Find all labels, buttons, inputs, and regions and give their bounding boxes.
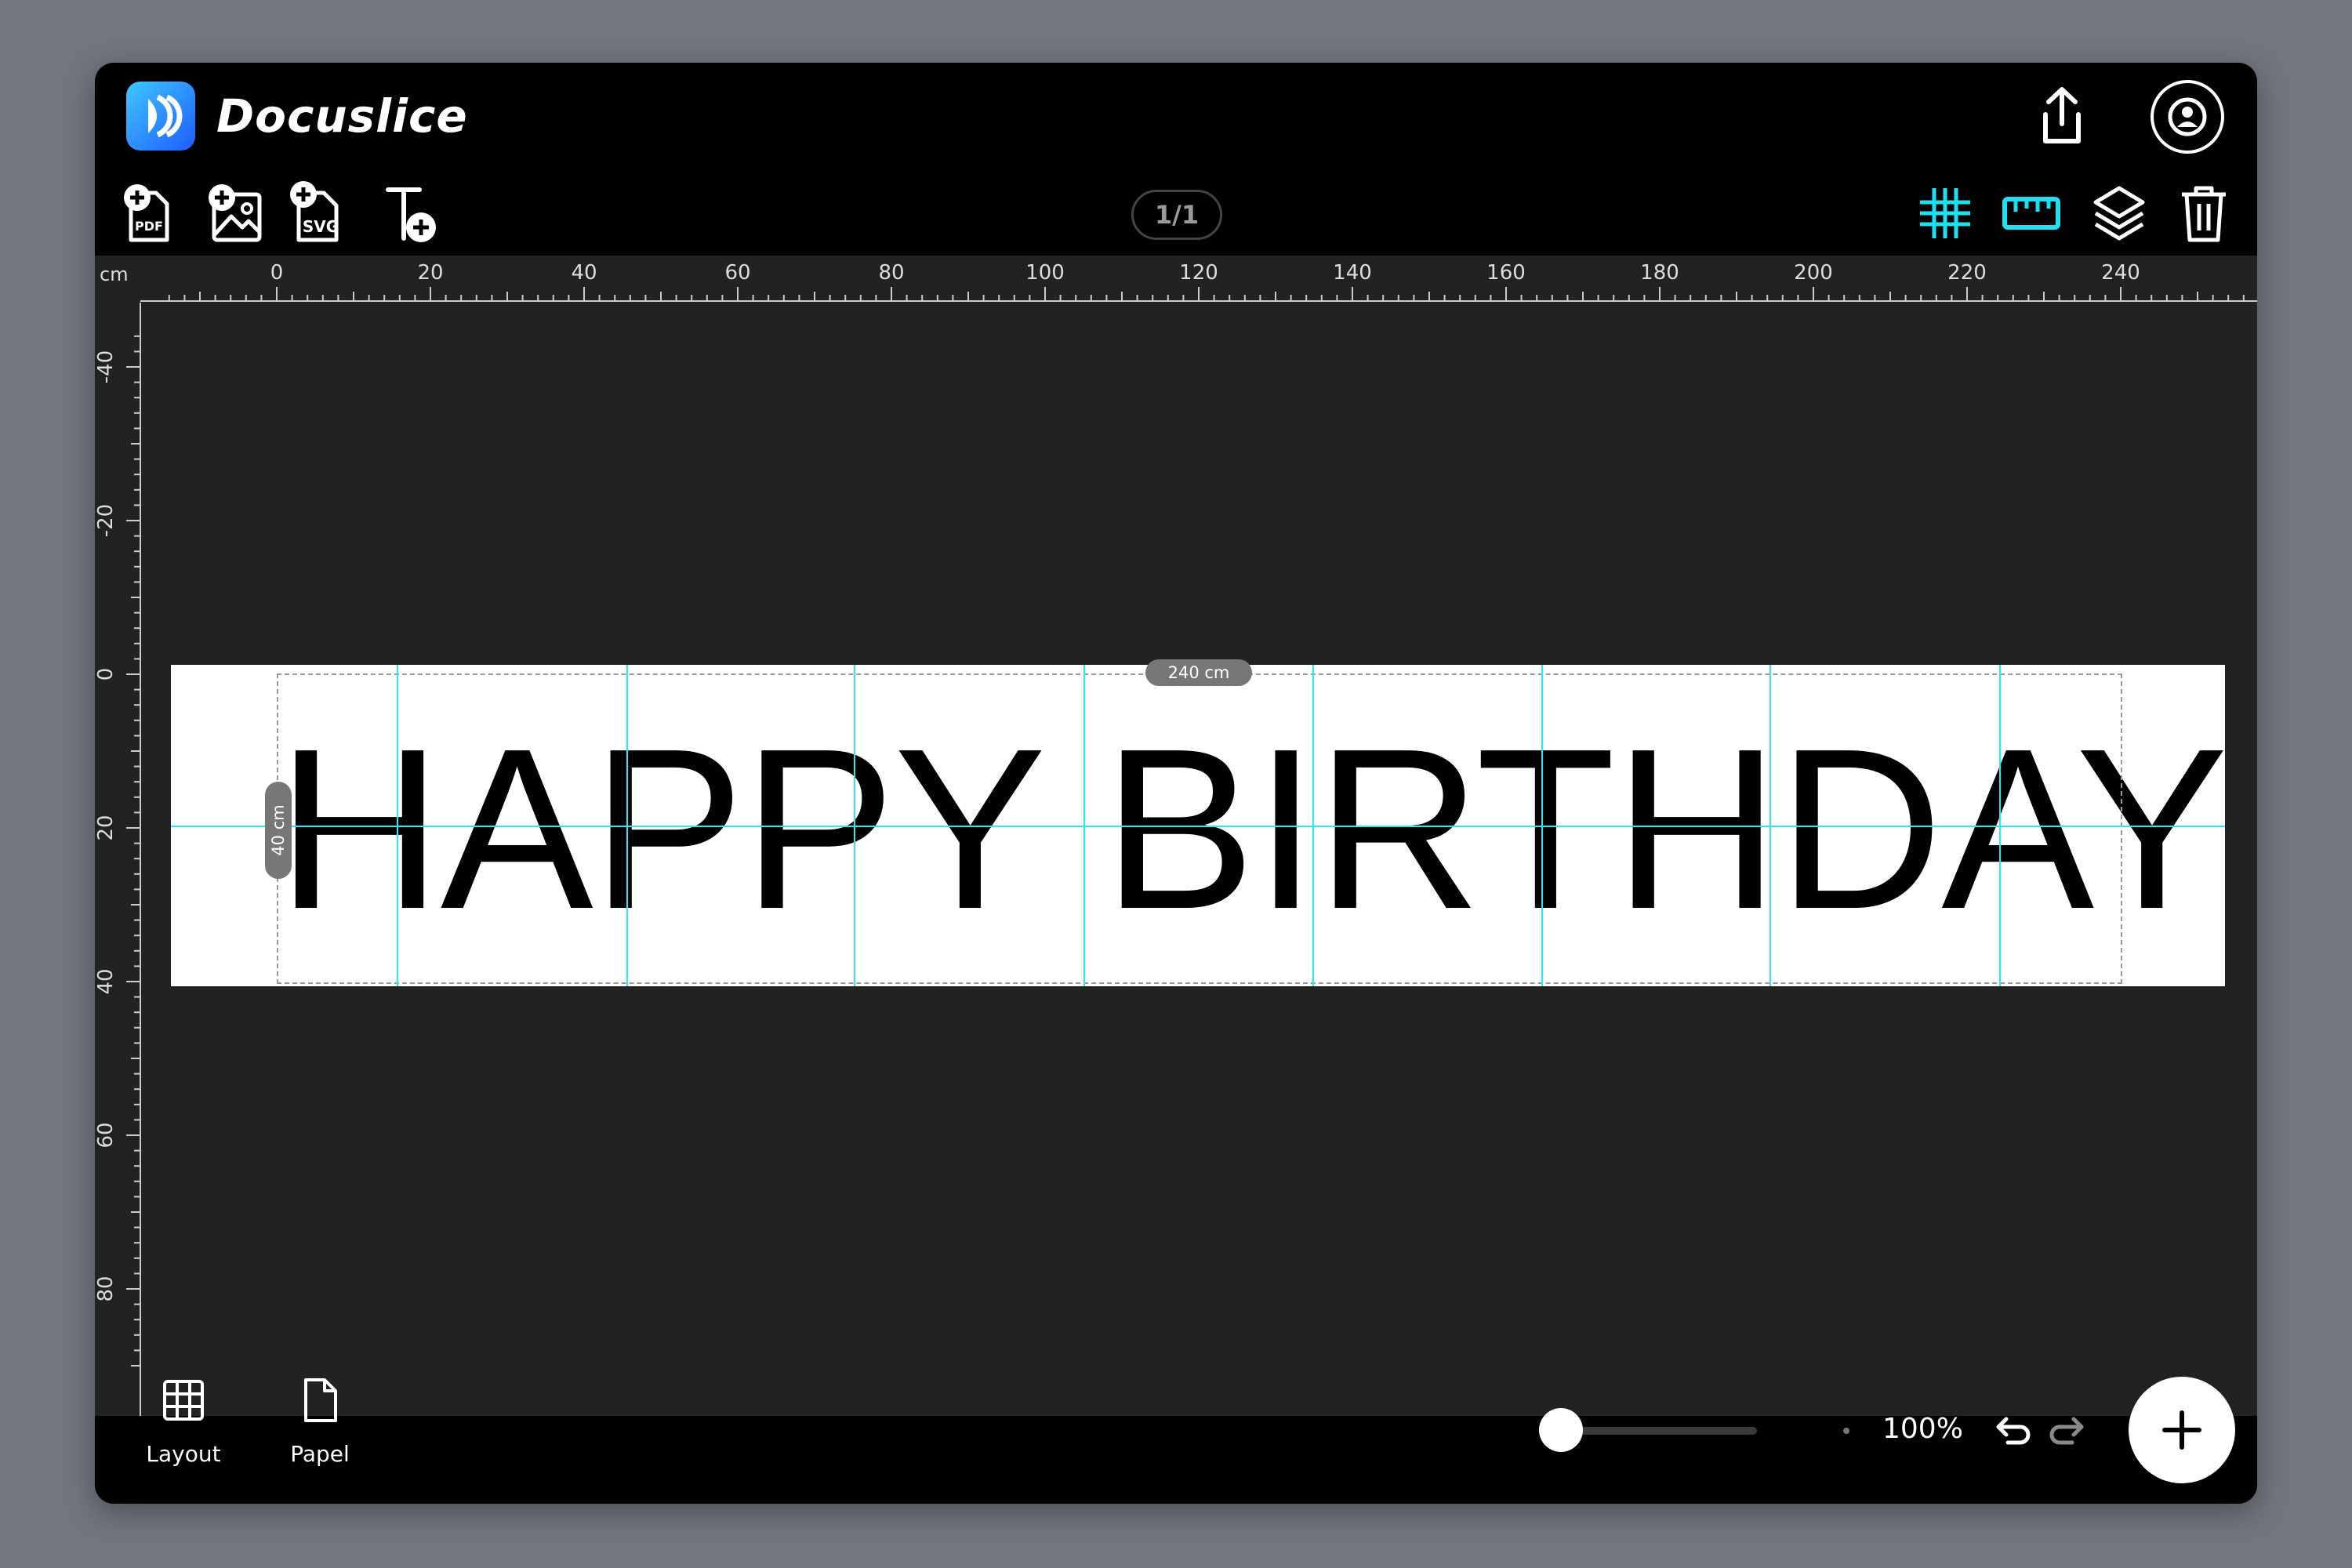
redo-icon: [2049, 1417, 2084, 1445]
height-dimension-label: 40 cm: [269, 804, 288, 856]
app-logo: [126, 82, 195, 151]
ruler-unit-label: cm: [100, 263, 129, 285]
zoom-level: 100%: [1882, 1413, 1963, 1445]
add-text-icon: [386, 187, 436, 242]
add-svg-icon: SVG: [290, 181, 339, 242]
delete-button[interactable]: [2177, 182, 2230, 245]
vertical-ruler: [95, 256, 140, 1416]
trash-icon: [2182, 186, 2226, 242]
add-image-icon: [209, 184, 262, 242]
horizontal-ruler: [95, 256, 2257, 301]
redo-button[interactable]: [2044, 1406, 2088, 1450]
pdf-tool-label: PDF: [135, 219, 163, 234]
paper-label: Papel: [290, 1441, 350, 1467]
add-text-button[interactable]: [382, 183, 445, 249]
paper-button[interactable]: Papel: [277, 1377, 363, 1471]
undo-button[interactable]: [1992, 1406, 2036, 1450]
app-title: Docuslice: [216, 89, 468, 143]
zoom-slider-knob[interactable]: [1539, 1408, 1583, 1452]
user-circle-icon: [2151, 80, 2224, 154]
zoom-slider-end: [1843, 1428, 1849, 1434]
grid-toggle-button[interactable]: [1917, 185, 1973, 241]
zoom-slider-track[interactable]: [1569, 1427, 1757, 1435]
layers-button[interactable]: [2091, 182, 2147, 245]
add-svg-button[interactable]: SVG: [286, 177, 349, 246]
height-dimension-badge: 40 cm: [265, 782, 292, 879]
add-pdf-button[interactable]: PDF: [120, 180, 175, 246]
share-button[interactable]: [2034, 83, 2089, 149]
plus-icon: [2162, 1410, 2201, 1450]
document-icon: [304, 1378, 337, 1422]
grid-table-icon: [163, 1380, 204, 1421]
layout-label: Layout: [146, 1441, 221, 1467]
profile-button[interactable]: [2149, 78, 2226, 155]
svg-tool-label: SVG: [303, 217, 339, 236]
ruler-toggle-button[interactable]: [2002, 191, 2061, 235]
logo-icon: [148, 94, 183, 138]
share-icon: [2043, 87, 2081, 143]
grid-icon: [1920, 188, 1970, 238]
undo-icon: [1996, 1417, 2031, 1445]
layers-icon: [2093, 186, 2145, 241]
add-button[interactable]: [2129, 1377, 2235, 1483]
app-window: Docuslice PDF SVG 1/1 cm 0 20 40 60 80 1…: [95, 63, 2257, 1504]
selection-box[interactable]: [277, 673, 2122, 984]
page-indicator[interactable]: 1/1: [1131, 190, 1222, 240]
width-dimension-badge: 240 cm: [1145, 659, 1252, 686]
ruler-icon: [2002, 197, 2060, 230]
layout-button[interactable]: Layout: [134, 1377, 233, 1471]
add-pdf-icon: PDF: [124, 184, 169, 242]
add-image-button[interactable]: [205, 180, 264, 246]
